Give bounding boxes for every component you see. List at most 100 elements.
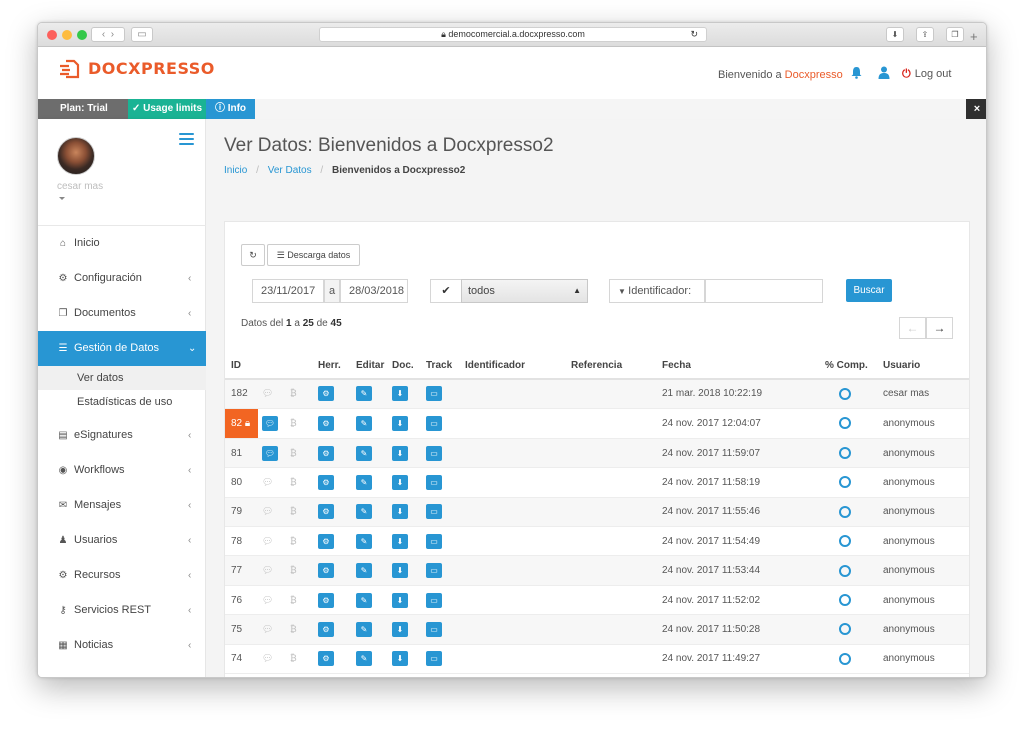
maximize-window-icon[interactable]: [77, 30, 87, 40]
table-row[interactable]: 82 🔒︎ 💬︎ ₿ ⚙ ✎ ⬇ ▭ 24 nov. 2017 12:04:07 anonymo…: [225, 408, 969, 439]
breadcrumb-inicio[interactable]: Inicio: [224, 165, 247, 176]
gear-icon[interactable]: ⚙: [318, 474, 334, 490]
gear-icon[interactable]: ⚙: [318, 592, 334, 608]
tabs-icon[interactable]: ❐: [946, 27, 964, 42]
table-row[interactable]: 81 💬︎ ₿ ⚙ ✎ ⬇ ▭ 24 nov. 2017 11:59:07 anonymous: [225, 438, 969, 469]
edit-icon[interactable]: ✎: [356, 504, 372, 520]
download-icon[interactable]: ⬇: [392, 504, 408, 520]
gear-icon[interactable]: ⚙: [318, 386, 334, 402]
download-icon[interactable]: ⬇: [392, 621, 408, 637]
gear-icon[interactable]: ⚙: [318, 651, 334, 667]
sidebar-item-documentos[interactable]: ❐ Documentos ‹: [38, 296, 206, 331]
next-page-button[interactable]: →: [926, 317, 953, 339]
gear-icon[interactable]: ⚙: [318, 621, 334, 637]
refresh-button[interactable]: ↻: [241, 244, 265, 266]
edit-icon[interactable]: ✎: [356, 621, 372, 637]
archive-icon[interactable]: ▭: [426, 474, 442, 490]
table-row[interactable]: 80 💬︎ ₿ ⚙ ✎ ⬇ ▭ 24 nov. 2017 11:58:19 anonymous: [225, 467, 969, 498]
share-icon[interactable]: ⇪: [916, 27, 934, 42]
sidebar-item-noticias[interactable]: ▦ Noticias ‹: [38, 628, 206, 663]
close-window-icon[interactable]: [47, 30, 57, 40]
caret-down-icon[interactable]: [59, 197, 65, 200]
comments-icon[interactable]: 💬︎: [262, 415, 278, 431]
sidebar-item-usuarios[interactable]: ♟ Usuarios ‹: [38, 523, 206, 558]
gear-icon[interactable]: ⚙: [318, 504, 334, 520]
download-icon[interactable]: ⬇: [886, 27, 904, 42]
sidebar-item-configuraci-n[interactable]: ⚙ Configuración ‹: [38, 261, 206, 296]
sidebar-icon[interactable]: ▭: [131, 27, 153, 42]
edit-icon[interactable]: ✎: [356, 651, 372, 667]
download-icon[interactable]: ⬇: [392, 474, 408, 490]
download-icon[interactable]: ⬇: [392, 651, 408, 667]
sidebar-item-mensajes[interactable]: ✉ Mensajes ‹: [38, 488, 206, 523]
sidebar-item-recursos[interactable]: ⚙ Recursos ‹: [38, 558, 206, 593]
hamburger-menu-icon[interactable]: [179, 133, 194, 145]
archive-icon[interactable]: ▭: [426, 621, 442, 637]
gear-icon[interactable]: ⚙: [318, 415, 334, 431]
edit-icon[interactable]: ✎: [356, 563, 372, 579]
edit-icon[interactable]: ✎: [356, 533, 372, 549]
edit-icon[interactable]: ✎: [356, 474, 372, 490]
sidebar-item-inicio[interactable]: ⌂ Inicio: [38, 226, 206, 261]
table-row[interactable]: 75 💬︎ ₿ ⚙ ✎ ⬇ ▭ 24 nov. 2017 11:50:28 anonymous: [225, 614, 969, 645]
archive-icon[interactable]: ▭: [426, 504, 442, 520]
logout-link[interactable]: ⏻ Log out: [902, 68, 951, 81]
gear-icon[interactable]: ⚙: [318, 563, 334, 579]
reload-icon[interactable]: ↻: [690, 28, 698, 41]
edit-icon[interactable]: ✎: [356, 445, 372, 461]
close-strip-button[interactable]: ×: [966, 99, 986, 119]
download-icon[interactable]: ⬇: [392, 563, 408, 579]
breadcrumb-ver-datos[interactable]: Ver Datos: [268, 165, 312, 176]
edit-icon[interactable]: ✎: [356, 415, 372, 431]
table-row[interactable]: 182 💬︎ ₿ ⚙ ✎ ⬇ ▭ 21 mar. 2018 10:22:19 cesar mas: [225, 379, 969, 409]
date-from-input[interactable]: 23/11/2017: [252, 279, 324, 303]
download-icon[interactable]: ⬇: [392, 592, 408, 608]
avatar[interactable]: [57, 137, 95, 175]
sidebar-subitem-ver-datos[interactable]: Ver datos: [38, 366, 206, 390]
usage-limits-button[interactable]: ✓ Usage limits: [128, 99, 206, 119]
sidebar-item-esignatures[interactable]: ▤ eSignatures ‹: [38, 418, 206, 453]
welcome-user[interactable]: Docxpresso: [785, 69, 843, 81]
brand-name[interactable]: DOCXPRESSO: [88, 59, 215, 78]
download-data-button[interactable]: ☰ Descarga datos: [267, 244, 360, 266]
edit-icon[interactable]: ✎: [356, 386, 372, 402]
edit-icon[interactable]: ✎: [356, 592, 372, 608]
table-row[interactable]: 76 💬︎ ₿ ⚙ ✎ ⬇ ▭ 24 nov. 2017 11:52:02 anonymous: [225, 585, 969, 616]
prev-page-button[interactable]: ←: [899, 317, 926, 339]
comments-icon[interactable]: 💬︎: [262, 445, 278, 461]
table-row[interactable]: 77 💬︎ ₿ ⚙ ✎ ⬇ ▭ 24 nov. 2017 11:53:44 anonymous: [225, 555, 969, 586]
archive-icon[interactable]: ▭: [426, 651, 442, 667]
archive-icon[interactable]: ▭: [426, 533, 442, 549]
minimize-window-icon[interactable]: [62, 30, 72, 40]
search-button[interactable]: Buscar: [846, 279, 892, 302]
archive-icon[interactable]: ▭: [426, 563, 442, 579]
identifier-input[interactable]: [705, 279, 823, 303]
sidebar-item-gesti-n-de-datos[interactable]: ☰ Gestión de Datos ⌄: [38, 331, 206, 366]
table-row[interactable]: 74 💬︎ ₿ ⚙ ✎ ⬇ ▭ 24 nov. 2017 11:49:27 anonymous: [225, 644, 969, 675]
download-icon[interactable]: ⬇: [392, 386, 408, 402]
address-bar[interactable]: 🔒︎ democomercial.a.docxpresso.com ↻: [319, 27, 707, 42]
archive-icon[interactable]: ▭: [426, 415, 442, 431]
plus-icon[interactable]: +: [970, 29, 978, 44]
identifier-dropdown[interactable]: ▼ Identificador:: [609, 279, 705, 303]
download-icon[interactable]: ⬇: [392, 415, 408, 431]
locked-id-badge[interactable]: 82 🔒︎: [225, 408, 258, 438]
status-filter-select[interactable]: todos ▲: [461, 279, 588, 303]
download-icon[interactable]: ⬇: [392, 445, 408, 461]
sidebar-subitem-estad-sticas-de-uso[interactable]: Estadísticas de uso: [38, 390, 206, 414]
archive-icon[interactable]: ▭: [426, 386, 442, 402]
bell-icon[interactable]: [850, 66, 863, 79]
sidebar-item-servicios-rest[interactable]: ⚷ Servicios REST ‹: [38, 593, 206, 628]
table-row[interactable]: 79 💬︎ ₿ ⚙ ✎ ⬇ ▭ 24 nov. 2017 11:55:46 anonymous: [225, 497, 969, 528]
user-icon[interactable]: [878, 66, 890, 79]
download-icon[interactable]: ⬇: [392, 533, 408, 549]
info-button[interactable]: ⓘ Info: [206, 99, 255, 119]
sidebar-item-workflows[interactable]: ◉ Workflows ‹: [38, 453, 206, 488]
gear-icon[interactable]: ⚙: [318, 533, 334, 549]
table-row[interactable]: 78 💬︎ ₿ ⚙ ✎ ⬇ ▭ 24 nov. 2017 11:54:49 anonymous: [225, 526, 969, 557]
archive-icon[interactable]: ▭: [426, 592, 442, 608]
gear-icon[interactable]: ⚙: [318, 445, 334, 461]
date-to-input[interactable]: 28/03/2018: [340, 279, 408, 303]
archive-icon[interactable]: ▭: [426, 445, 442, 461]
back-forward-buttons[interactable]: ‹ ›: [91, 27, 125, 42]
